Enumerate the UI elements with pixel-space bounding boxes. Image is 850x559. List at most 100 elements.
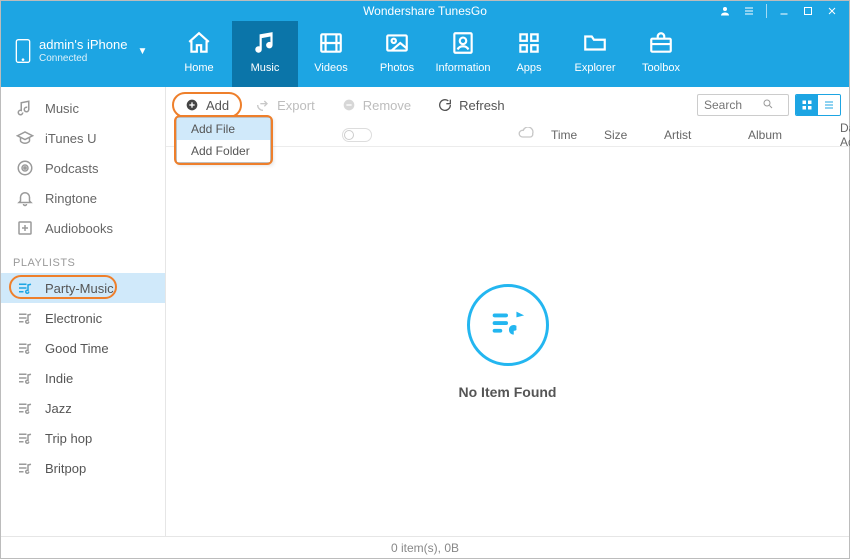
list-view-button[interactable] [818, 95, 840, 115]
titlebar-controls [718, 1, 845, 21]
empty-state: No Item Found [166, 147, 849, 536]
nav-label: Photos [380, 62, 414, 74]
nav-label: Information [435, 62, 490, 74]
export-icon [255, 97, 271, 113]
minus-circle-icon [341, 97, 357, 113]
playlist-party-music[interactable]: Party-Music [1, 273, 165, 303]
col-date-added[interactable]: Date Added [840, 121, 850, 149]
menu-icon[interactable] [742, 4, 756, 18]
cloud-icon [518, 127, 534, 142]
home-icon [186, 30, 212, 56]
nav-videos[interactable]: Videos [298, 21, 364, 87]
plus-circle-icon [184, 97, 200, 113]
playlist-electronic[interactable]: Electronic [1, 303, 165, 333]
device-text: admin's iPhone Connected [39, 38, 127, 64]
remove-button[interactable]: Remove [331, 91, 421, 119]
book-icon [15, 219, 35, 237]
add-button[interactable]: Add [174, 91, 239, 119]
playlist-icon [15, 339, 35, 357]
playlist-label: Britpop [45, 461, 86, 476]
refresh-icon [437, 97, 453, 113]
sidebar-podcasts[interactable]: Podcasts [1, 153, 165, 183]
refresh-label: Refresh [459, 98, 505, 113]
nav-photos[interactable]: Photos [364, 21, 430, 87]
nav-home[interactable]: Home [166, 21, 232, 87]
status-text: 0 item(s), 0B [391, 541, 459, 555]
device-selector[interactable]: admin's iPhone Connected ▼ [1, 21, 166, 87]
remove-label: Remove [363, 98, 411, 113]
minimize-button[interactable] [777, 4, 791, 18]
empty-message: No Item Found [459, 384, 557, 400]
app-window: Wondershare TunesGo admin's iPh [0, 0, 850, 559]
toolbar-right [697, 94, 841, 116]
nav-label: Videos [314, 62, 347, 74]
nav-label: Explorer [575, 62, 616, 74]
playlist-britpop[interactable]: Britpop [1, 453, 165, 483]
device-name: admin's iPhone [39, 38, 127, 53]
add-folder-item[interactable]: Add Folder [177, 140, 270, 162]
toolbox-icon [648, 30, 674, 56]
sidebar-label: Podcasts [45, 161, 98, 176]
graduation-icon [15, 129, 35, 147]
empty-music-icon [467, 284, 549, 366]
sidebar-label: iTunes U [45, 131, 97, 146]
chevron-down-icon: ▼ [137, 46, 146, 57]
nav-label: Music [251, 62, 280, 74]
col-artist[interactable]: Artist [664, 128, 691, 142]
nav-explorer[interactable]: Explorer [562, 21, 628, 87]
nav-label: Home [184, 62, 213, 74]
search-box[interactable] [697, 94, 789, 116]
playlist-label: Jazz [45, 401, 72, 416]
sidebar-section-playlists: PLAYLISTS [1, 243, 165, 273]
playlist-good-time[interactable]: Good Time [1, 333, 165, 363]
close-button[interactable] [825, 4, 839, 18]
nav-label: Apps [516, 62, 541, 74]
add-file-item[interactable]: Add File [177, 118, 270, 140]
nav-music[interactable]: Music [232, 21, 298, 87]
search-icon [762, 98, 774, 113]
titlebar-separator [766, 4, 767, 18]
search-input[interactable] [704, 98, 762, 112]
nav-toolbox[interactable]: Toolbox [628, 21, 694, 87]
top-nav: Home Music Videos Photos Information App… [166, 21, 694, 87]
playlist-icon [15, 279, 35, 297]
sidebar-label: Ringtone [45, 191, 97, 206]
grid-view-button[interactable] [796, 95, 818, 115]
sidebar-music[interactable]: Music [1, 93, 165, 123]
music-icon [252, 30, 278, 56]
contacts-icon [450, 30, 476, 56]
toolbar: Add Export Remove Refresh [166, 87, 849, 123]
bell-icon [15, 189, 35, 207]
col-time[interactable]: Time [551, 128, 577, 142]
user-icon[interactable] [718, 4, 732, 18]
playlist-icon [15, 369, 35, 387]
export-label: Export [277, 98, 315, 113]
titlebar: Wondershare TunesGo [1, 1, 849, 21]
nav-apps[interactable]: Apps [496, 21, 562, 87]
sidebar-itunesu[interactable]: iTunes U [1, 123, 165, 153]
playlist-icon [15, 429, 35, 447]
sidebar-ringtone[interactable]: Ringtone [1, 183, 165, 213]
col-size[interactable]: Size [604, 128, 627, 142]
folder-icon [582, 30, 608, 56]
sidebar-audiobooks[interactable]: Audiobooks [1, 213, 165, 243]
playlist-indie[interactable]: Indie [1, 363, 165, 393]
export-button[interactable]: Export [245, 91, 325, 119]
playlist-label: Good Time [45, 341, 109, 356]
nav-information[interactable]: Information [430, 21, 496, 87]
podcast-icon [15, 159, 35, 177]
playlist-icon [15, 399, 35, 417]
playlist-jazz[interactable]: Jazz [1, 393, 165, 423]
playlist-icon [15, 309, 35, 327]
refresh-button[interactable]: Refresh [427, 91, 515, 119]
header: admin's iPhone Connected ▼ Home Music Vi… [1, 21, 849, 87]
add-label: Add [206, 98, 229, 113]
playlist-trip-hop[interactable]: Trip hop [1, 423, 165, 453]
select-all-toggle[interactable] [342, 128, 372, 142]
main: Add Export Remove Refresh [166, 87, 849, 536]
phone-icon [15, 39, 31, 63]
maximize-button[interactable] [801, 4, 815, 18]
playlist-label: Trip hop [45, 431, 92, 446]
col-album[interactable]: Album [748, 128, 782, 142]
playlist-icon [15, 459, 35, 477]
